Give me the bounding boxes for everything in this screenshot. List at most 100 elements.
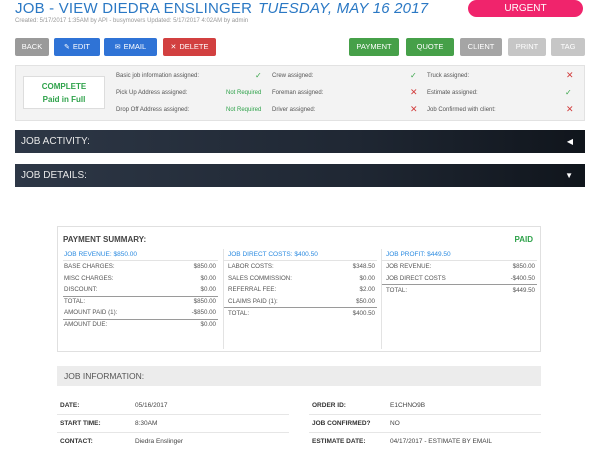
cost-row-value: $348.50 [352,263,375,271]
truck-label: Truck assigned: [427,73,470,79]
email-button[interactable]: ✉ EMAIL [104,38,157,56]
check-icon: ✓ [565,88,572,97]
back-button[interactable]: BACK [15,38,49,56]
profit-row: TOTAL: $449.50 [382,284,537,296]
order-id-label: ORDER ID: [312,402,346,409]
direct-costs-head: JOB DIRECT COSTS: $400.50 [224,249,377,261]
job-confirmed-value: NO [390,420,400,427]
envelope-icon: ✉ [114,44,121,51]
chevron-down-icon: ▼ [565,171,573,180]
revenue-row: AMOUNT PAID (1): -$850.00 [63,307,218,319]
job-title: JOB - VIEW DIEDRA ENSLINGER [15,0,253,17]
delete-button[interactable]: ✕ DELETE [163,38,216,56]
foreman-label: Foreman assigned: [272,90,324,96]
date-label: DATE: [60,402,80,409]
contact-label: CONTACT: [60,438,93,445]
cost-row-label: TOTAL: [228,309,250,317]
job-revenue-column: JOB REVENUE: $850.00 BASE CHARGES: $850.0… [63,249,218,349]
paid-status: PAID [514,235,533,244]
print-button[interactable]: PRINT [508,38,546,56]
revenue-row-label: MISC CHARGES: [64,274,114,282]
divider [309,432,541,433]
divider [57,414,289,415]
start-time-value: 8:30AM [135,420,158,427]
cost-row-value: $0.00 [359,274,375,282]
paid-in-full-label: Paid in Full [42,95,86,104]
check-icon: ✓ [255,71,262,80]
profit-row: JOB REVENUE: $850.00 [382,261,537,273]
cost-row: SALES COMMISSION: $0.00 [224,273,377,285]
divider [57,432,289,433]
divider [309,414,541,415]
order-id-value: E1CHNO9B [390,402,426,409]
cost-row-value: $2.00 [359,286,375,294]
profit-row-value: $850.00 [512,263,535,271]
job-date: TUESDAY, MAY 16 2017 [258,0,429,17]
revenue-row-value: $0.00 [200,321,216,329]
dropoff-label: Drop Off Address assigned: [116,107,190,113]
estimate-date-label: ESTIMATE DATE: [312,438,366,445]
job-activity-label: JOB ACTIVITY: [21,136,90,147]
revenue-row: DISCOUNT: $0.00 [63,284,218,296]
pickup-not-required: Not Required [226,90,262,96]
created-updated-meta: Created: 5/17/2017 1:35AM by API - busym… [15,18,249,24]
cost-row: CLAIMS PAID (1): $50.00 [224,296,377,308]
job-confirmed-label: JOB CONFIRMED? [312,420,371,427]
job-revenue-head: JOB REVENUE: $850.00 [63,249,218,261]
check-icon: ✓ [410,71,417,80]
urgent-button[interactable]: URGENT [468,0,583,17]
basic-info-label: Basic job information assigned: [116,73,200,79]
tag-button[interactable]: TAG [551,38,585,56]
dropoff-not-required: Not Required [226,107,262,113]
revenue-row-label: DISCOUNT: [64,286,98,294]
profit-row-value: $449.50 [512,286,535,294]
cost-row-label: LABOR COSTS: [228,263,274,271]
cross-icon: ✕ [566,104,574,114]
complete-label: COMPLETE [41,82,87,91]
payment-summary: PAYMENT SUMMARY: PAID JOB REVENUE: $850.… [57,226,541,352]
profit-row-value: -$400.50 [510,274,535,282]
revenue-row-label: AMOUNT DUE: [64,321,108,329]
cost-row-label: REFERRAL FEE: [228,286,277,294]
delete-label: DELETE [179,42,209,51]
cross-icon: ✕ [566,70,574,80]
confirmed-label: Job Confirmed with client: [427,107,496,113]
client-button[interactable]: CLIENT [460,38,502,56]
cost-row: TOTAL: $400.50 [224,307,377,319]
cost-row: REFERRAL FEE: $2.00 [224,284,377,296]
job-details-label: JOB DETAILS: [21,170,87,181]
revenue-row-value: $850.00 [193,298,216,306]
job-activity-toggle[interactable]: JOB ACTIVITY: ◀ [15,130,585,153]
profit-row-label: JOB REVENUE: [386,263,432,271]
revenue-row: TOTAL: $850.00 [63,295,218,308]
revenue-row: MISC CHARGES: $0.00 [63,273,218,285]
revenue-row-value: -$850.00 [191,309,216,317]
email-label: EMAIL [123,42,147,51]
pencil-icon: ✎ [64,44,70,51]
cross-icon: ✕ [410,104,418,114]
profit-row-label: TOTAL: [386,286,408,294]
chevron-left-icon: ◀ [566,137,573,146]
revenue-row: AMOUNT DUE: $0.00 [63,318,218,331]
job-profit-column: JOB PROFIT: $449.50 JOB REVENUE: $850.00 … [381,249,537,349]
quote-button[interactable]: QUOTE [406,38,454,56]
job-status-panel: COMPLETE Paid in Full Basic job informat… [15,65,585,121]
direct-costs-column: JOB DIRECT COSTS: $400.50 LABOR COSTS: $3… [223,249,377,349]
payment-summary-title: PAYMENT SUMMARY: [63,235,147,244]
cost-row: LABOR COSTS: $348.50 [224,261,377,273]
pickup-label: Pick Up Address assigned: [116,90,188,96]
payment-button[interactable]: PAYMENT [349,38,399,56]
job-details-toggle[interactable]: JOB DETAILS: ▼ [15,164,585,187]
cost-row-value: $400.50 [352,309,375,317]
revenue-row-value: $0.00 [200,286,216,294]
revenue-row-label: AMOUNT PAID (1): [64,309,118,317]
start-time-label: START TIME: [60,420,101,427]
profit-row-label: JOB DIRECT COSTS [386,274,446,282]
page-title: JOB - VIEW DIEDRA ENSLINGER TUESDAY, MAY … [15,0,428,17]
completion-badge: COMPLETE Paid in Full [23,76,105,109]
profit-row: JOB DIRECT COSTS -$400.50 [382,273,537,285]
revenue-row-value: $0.00 [200,274,216,282]
edit-label: EDIT [72,42,90,51]
edit-button[interactable]: ✎ EDIT [54,38,100,56]
crew-label: Crew assigned: [272,73,314,79]
